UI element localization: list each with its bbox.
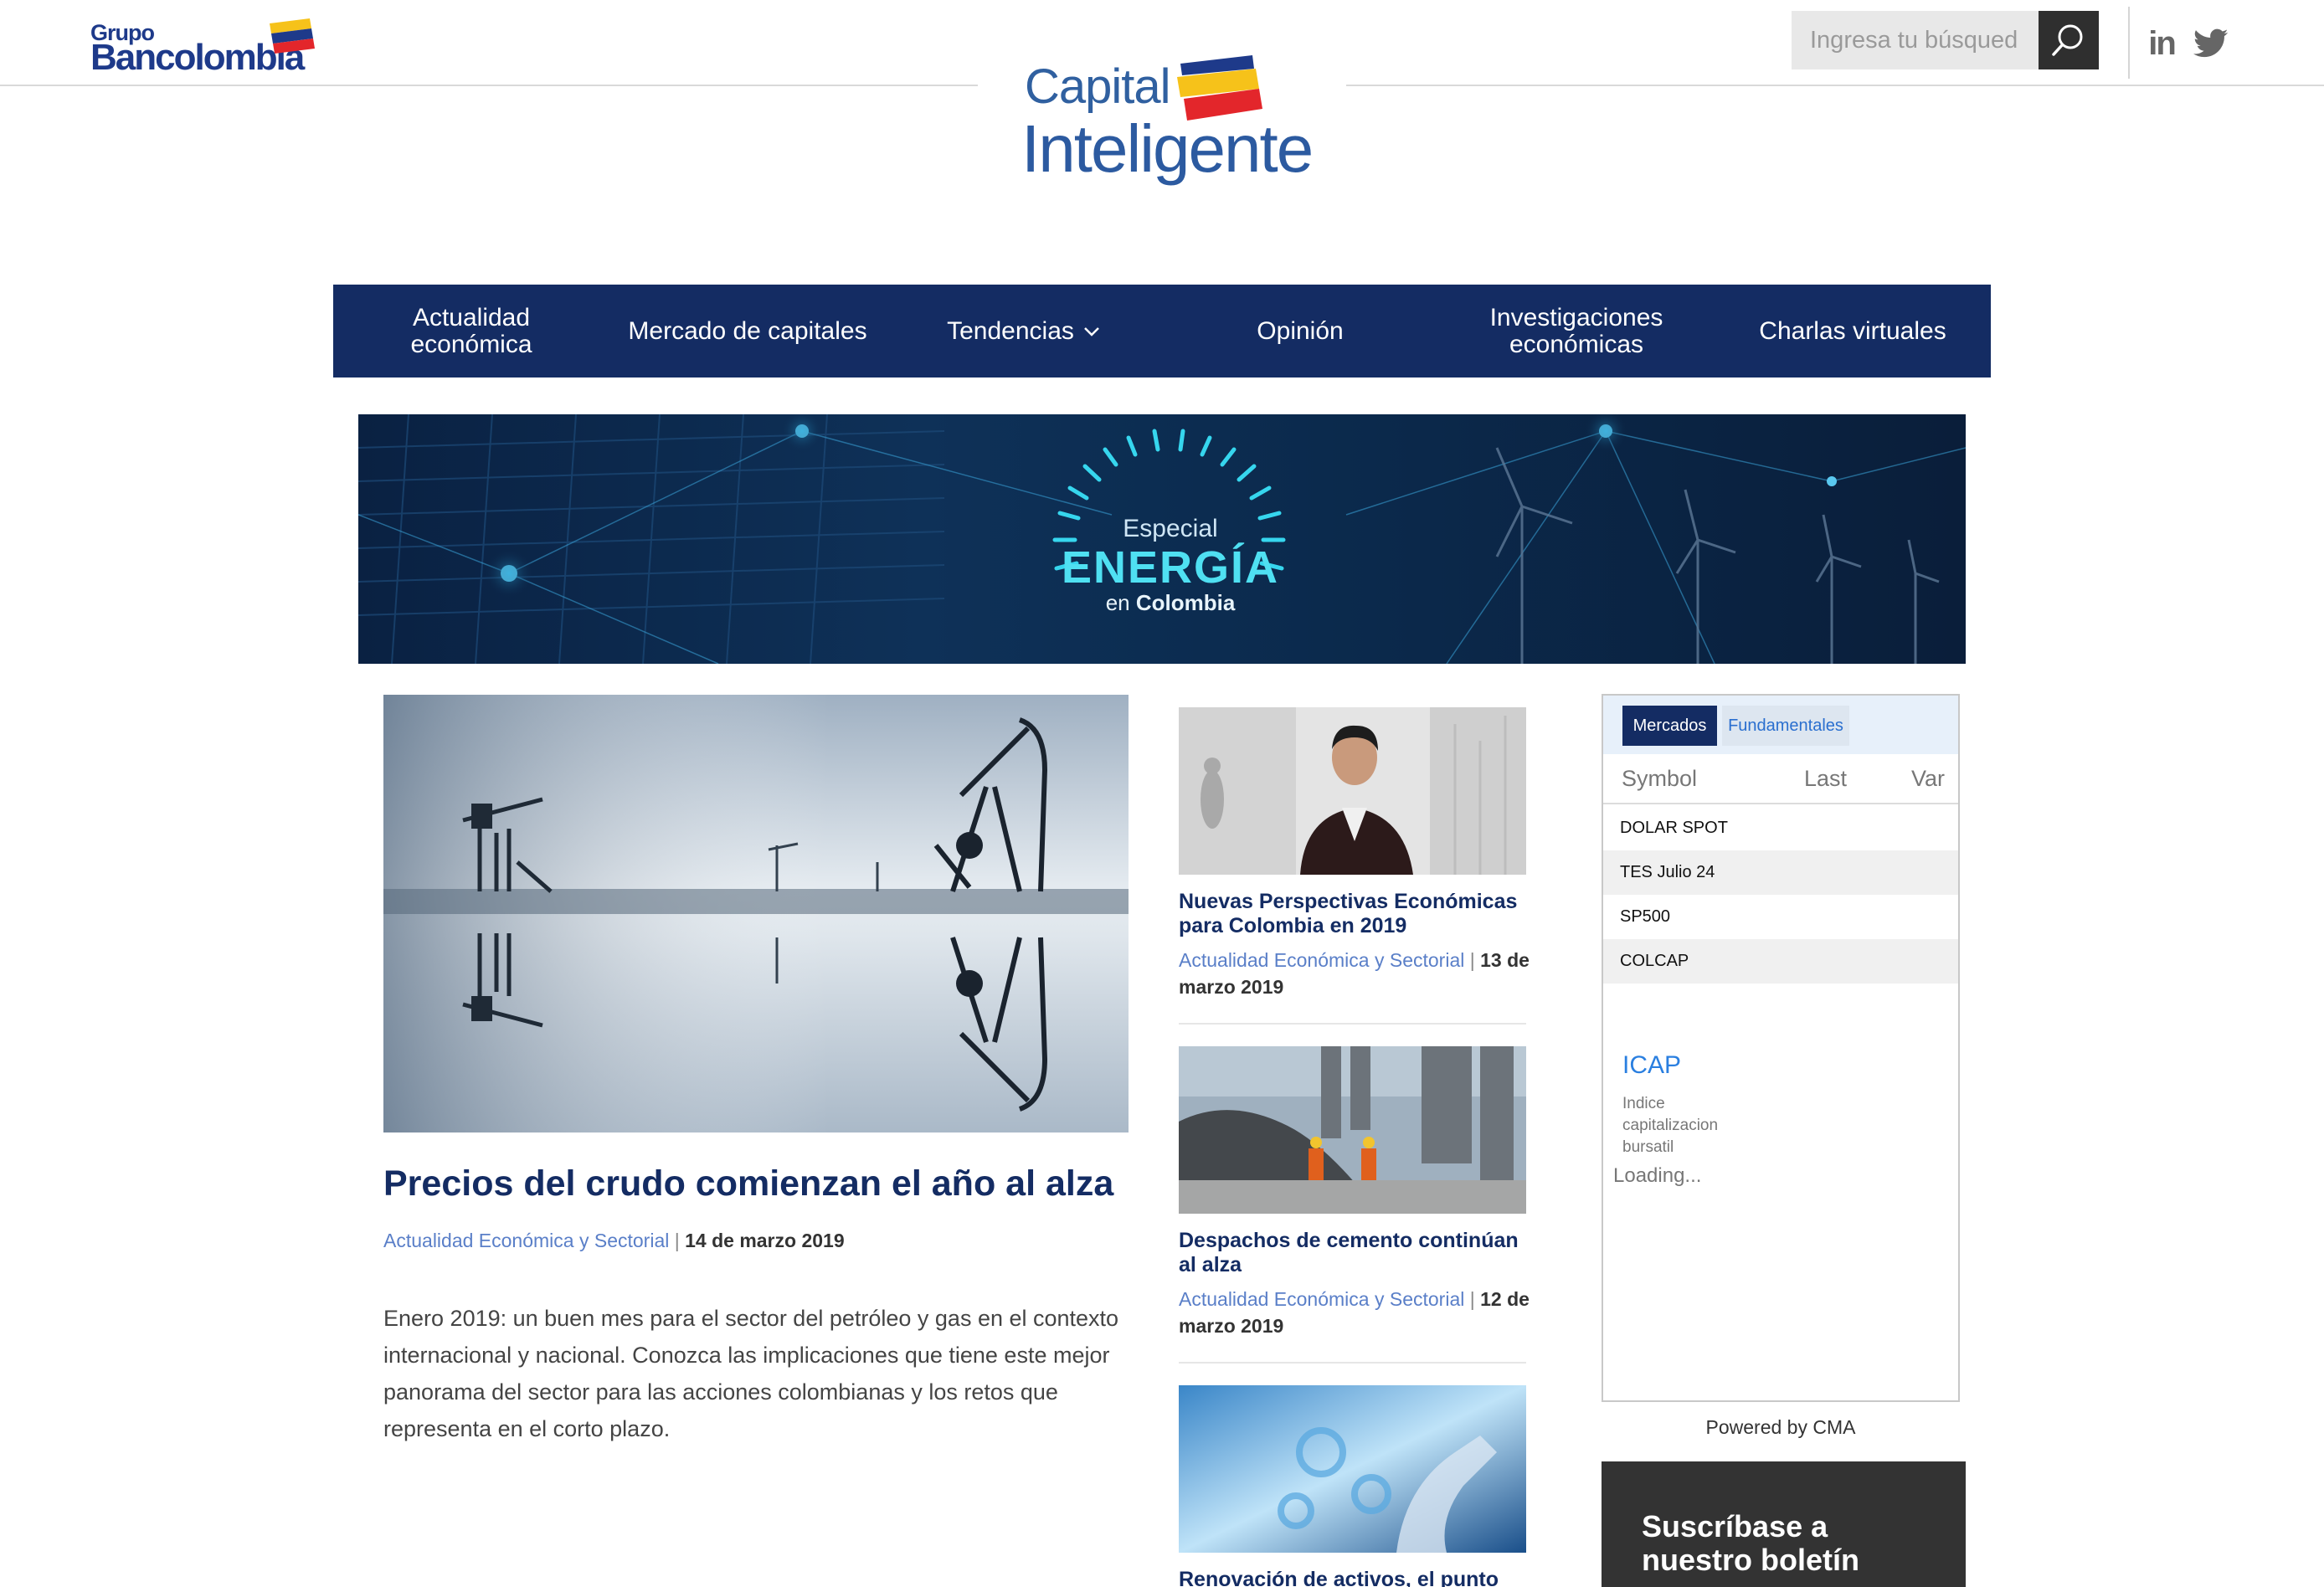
capital-inteligente-logo[interactable]: Capital Inteligente [978, 40, 1346, 208]
table-row[interactable]: COLCAP [1603, 939, 1958, 984]
meta-separator: | [1469, 949, 1475, 971]
column-var: Var [1911, 766, 1946, 791]
header-divider [2128, 7, 2130, 79]
icap-description: Indice capitalizacion bursatil [1622, 1095, 1719, 1156]
side-article-meta-1: Actualidad Económica y Sectorial | 13 de… [1179, 947, 1530, 1000]
bancolombia-flag-icon [270, 18, 315, 54]
widget-table-header: Symbol Last Var [1603, 754, 1958, 804]
main-article-summary: Enero 2019: un buen mes para el sector d… [383, 1306, 1119, 1441]
meta-separator: | [674, 1230, 680, 1251]
main-article-meta: Actualidad Económica y Sectorial | 14 de… [383, 1227, 1137, 1254]
meta-separator: | [1469, 1288, 1475, 1310]
side-divider [1179, 1023, 1526, 1025]
nav-item-tendencias-label: Tendencias [947, 316, 1074, 345]
nav-item-tendencias[interactable]: Tendencias [886, 285, 1162, 377]
banner-colombia-text: en Colombia [358, 590, 1966, 616]
main-article-title[interactable]: Precios del crudo comienzan el año al al… [383, 1163, 1154, 1204]
nav-item-charlas-virtuales[interactable]: Charlas virtuales [1715, 285, 1991, 377]
newsletter-title: Suscríbase a nuestro boletín [1642, 1509, 1859, 1577]
column-last: Last [1804, 766, 1848, 791]
oil-pumps-image [383, 695, 1129, 1132]
nav-item-investigaciones-economicas[interactable]: Investigaciones económicas [1438, 285, 1715, 377]
table-row[interactable]: DOLAR SPOT [1603, 806, 1958, 850]
widget-tabs: Mercados Fundamentales [1603, 696, 1958, 754]
market-widget: Mercados Fundamentales Symbol Last Var D… [1602, 694, 1960, 1402]
search-box [1792, 11, 2099, 69]
side-article-title-2[interactable]: Despachos de cemento continúan al alza [1179, 1229, 1530, 1277]
search-input[interactable] [1792, 11, 2039, 69]
side-article-category-link-1[interactable]: Actualidad Económica y Sectorial [1179, 949, 1464, 971]
twitter-icon[interactable] [2192, 25, 2230, 62]
chevron-down-icon [1084, 326, 1099, 336]
linkedin-icon[interactable]: in [2143, 25, 2180, 62]
economist-portrait-image [1179, 707, 1526, 875]
banner-colombia-bold: Colombia [1135, 590, 1236, 615]
grupo-bancolombia-logo[interactable]: Grupo Bancolombia [90, 17, 315, 78]
nav-item-mercado-de-capitales[interactable]: Mercado de capitales [609, 285, 886, 377]
side-article-image-3[interactable] [1179, 1385, 1526, 1553]
loading-text: Loading... [1613, 1164, 1702, 1187]
side-article-category-link-2[interactable]: Actualidad Económica y Sectorial [1179, 1288, 1464, 1310]
side-article-image-1[interactable] [1179, 707, 1526, 875]
tab-mercados[interactable]: Mercados [1622, 706, 1717, 746]
side-article-meta-2: Actualidad Económica y Sectorial | 12 de… [1179, 1286, 1530, 1339]
side-article-image-2[interactable] [1179, 1046, 1526, 1214]
nav-item-opinion[interactable]: Opinión [1162, 285, 1438, 377]
side-divider [1179, 1362, 1526, 1364]
table-row[interactable]: TES Julio 24 [1603, 850, 1958, 895]
main-article-category-link[interactable]: Actualidad Económica y Sectorial [383, 1230, 669, 1251]
side-article-title-1[interactable]: Nuevas Perspectivas Económicas para Colo… [1179, 890, 1530, 938]
main-nav: Actualidad económica Mercado de capitale… [333, 285, 1991, 377]
logo-capital-text: Capital [1025, 59, 1171, 114]
side-article-title-3[interactable]: Renovación de activos, el punto [1179, 1568, 1530, 1587]
icap-title[interactable]: ICAP [1622, 1051, 1681, 1080]
banner-energia-text: ENERGÍA [1061, 542, 1280, 593]
banner-en-text: en [1105, 590, 1130, 615]
cement-plant-image [1179, 1046, 1526, 1214]
logo-inteligente-text: Inteligente [1021, 111, 1314, 186]
capital-inteligente-flag-icon [1177, 55, 1262, 121]
gears-hand-image [1179, 1385, 1526, 1553]
column-symbol: Symbol [1622, 766, 1698, 791]
powered-by-text: Powered by CMA [1705, 1416, 1856, 1438]
newsletter-box: Suscríbase a nuestro boletín [1602, 1461, 1966, 1587]
table-row[interactable]: SP500 [1603, 895, 1958, 939]
banner-especial-text: Especial [1123, 515, 1218, 542]
tab-fundamentales[interactable]: Fundamentales [1722, 706, 1849, 746]
main-article-image[interactable] [383, 695, 1129, 1132]
search-button[interactable] [2039, 11, 2099, 69]
nav-item-actualidad-economica[interactable]: Actualidad económica [333, 285, 609, 377]
energia-banner[interactable]: Especial ENERGÍA en Colombia [358, 414, 1966, 664]
search-icon [2052, 24, 2083, 56]
main-article-date: 14 de marzo 2019 [685, 1230, 845, 1251]
